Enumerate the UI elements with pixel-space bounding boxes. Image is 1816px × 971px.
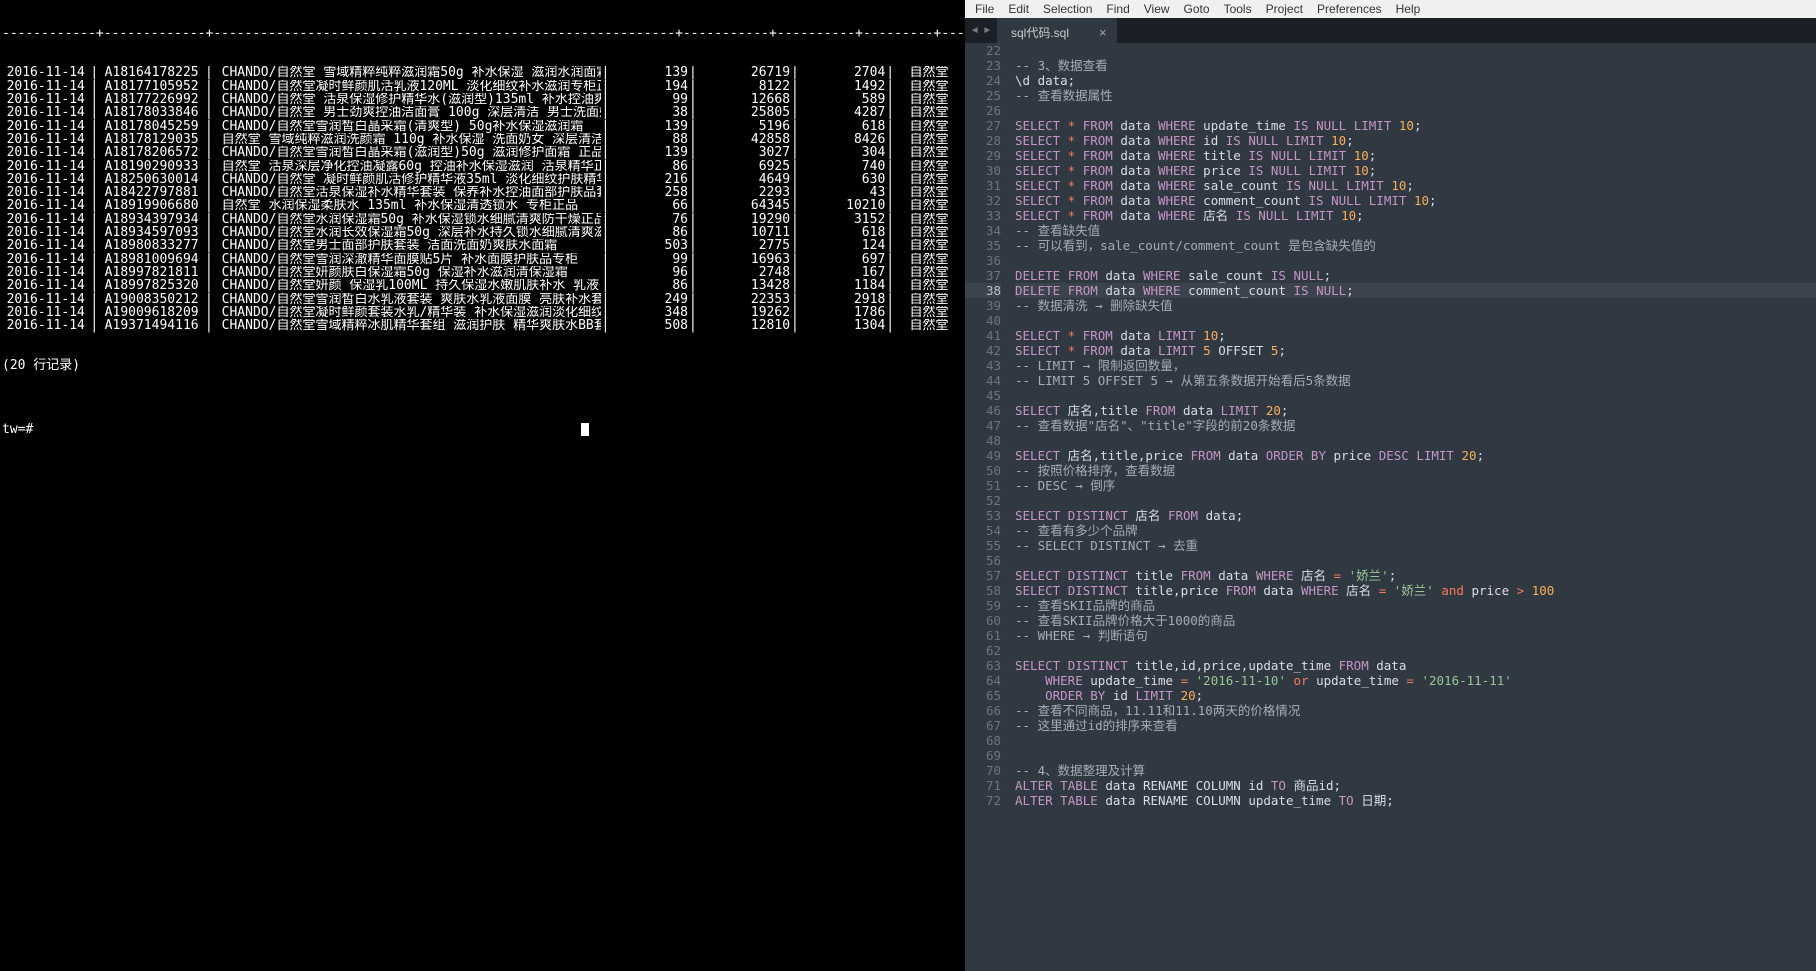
menu-project[interactable]: Project (1260, 1, 1309, 17)
table-row: 2016-11-14|A18177226992| CHANDO/自然堂 活泉保湿… (2, 93, 963, 106)
table-row: 2016-11-14|A18919906680| 自然堂 水润保湿柔肤水 135… (2, 199, 963, 212)
table-row: 2016-11-14|A18980833277| CHANDO/自然堂男士面部护… (2, 239, 963, 252)
menu-preferences[interactable]: Preferences (1311, 1, 1388, 17)
table-row: 2016-11-14|A18190290933| 自然堂 活泉深层净化控油凝露6… (2, 160, 963, 173)
menu-find[interactable]: Find (1100, 1, 1135, 17)
terminal-panel[interactable]: ------------+-------------+-------------… (0, 0, 965, 971)
table-row: 2016-11-14|A18178033846| CHANDO/自然堂 男士劲爽… (2, 106, 963, 119)
table-row: 2016-11-14|A18934597093| CHANDO/自然堂水润长效保… (2, 226, 963, 239)
editor-panel: FileEditSelectionFindViewGotoToolsProjec… (965, 0, 1816, 971)
menu-help[interactable]: Help (1390, 1, 1427, 17)
table-row: 2016-11-14|A18250630014| CHANDO/自然堂 凝时鲜颜… (2, 173, 963, 186)
menu-file[interactable]: File (969, 1, 1000, 17)
table-row: 2016-11-14|A18997821811| CHANDO/自然堂妍颜肤白保… (2, 266, 963, 279)
table-row: 2016-11-14|A18164178225| CHANDO/自然堂 雪域精粹… (2, 66, 963, 79)
row-count-footer: (20 行记录) (2, 359, 963, 372)
table-row: 2016-11-14|A19009618209| CHANDO/自然堂凝时鲜颜套… (2, 306, 963, 319)
separator-line: ------------+-------------+-------------… (2, 27, 963, 40)
line-gutter: 2223242526272829303132333435363738394041… (965, 43, 1009, 971)
menu-goto[interactable]: Goto (1178, 1, 1216, 17)
menu-edit[interactable]: Edit (1002, 1, 1035, 17)
code-content[interactable]: -- 3、数据查看\d data;-- 查看数据属性SELECT * FROM … (1009, 43, 1816, 971)
table-row: 2016-11-14|A18178129035| 自然堂 雪域纯粹滋润洗颜霜 1… (2, 133, 963, 146)
table-row: 2016-11-14|A18177105952| CHANDO/自然堂凝时鲜颜肌… (2, 80, 963, 93)
menu-view[interactable]: View (1138, 1, 1176, 17)
table-row: 2016-11-14|A18997825320| CHANDO/自然堂妍颜 保湿… (2, 279, 963, 292)
tab-active[interactable]: sql代码.sql × (997, 18, 1117, 43)
table-row: 2016-11-14|A18981009694| CHANDO/自然堂雪润深澈精… (2, 253, 963, 266)
table-row: 2016-11-14|A18934397934| CHANDO/自然堂水润保湿霜… (2, 213, 963, 226)
menu-tools[interactable]: Tools (1218, 1, 1258, 17)
menubar: FileEditSelectionFindViewGotoToolsProjec… (965, 0, 1816, 18)
terminal-cursor (581, 423, 589, 436)
tab-scroll-arrows[interactable]: ◄ ► (965, 18, 997, 43)
table-row: 2016-11-14|A18422797881| CHANDO/自然堂活泉保湿补… (2, 186, 963, 199)
table-row: 2016-11-14|A18178206572| CHANDO/自然堂雪润皙白晶… (2, 146, 963, 159)
close-icon[interactable]: × (1099, 28, 1107, 38)
menu-selection[interactable]: Selection (1037, 1, 1098, 17)
table-row: 2016-11-14|A19008350212| CHANDO/自然堂雪润皙白水… (2, 293, 963, 306)
table-row: 2016-11-14|A18178045259| CHANDO/自然堂雪润皙白晶… (2, 120, 963, 133)
tab-title: sql代码.sql (1011, 24, 1069, 41)
code-area[interactable]: 2223242526272829303132333435363738394041… (965, 43, 1816, 971)
tabbar: ◄ ► sql代码.sql × (965, 18, 1816, 43)
terminal-prompt[interactable]: tw=# (2, 423, 963, 436)
table-row: 2016-11-14|A19371494116| CHANDO/自然堂雪域精粹冰… (2, 319, 963, 332)
